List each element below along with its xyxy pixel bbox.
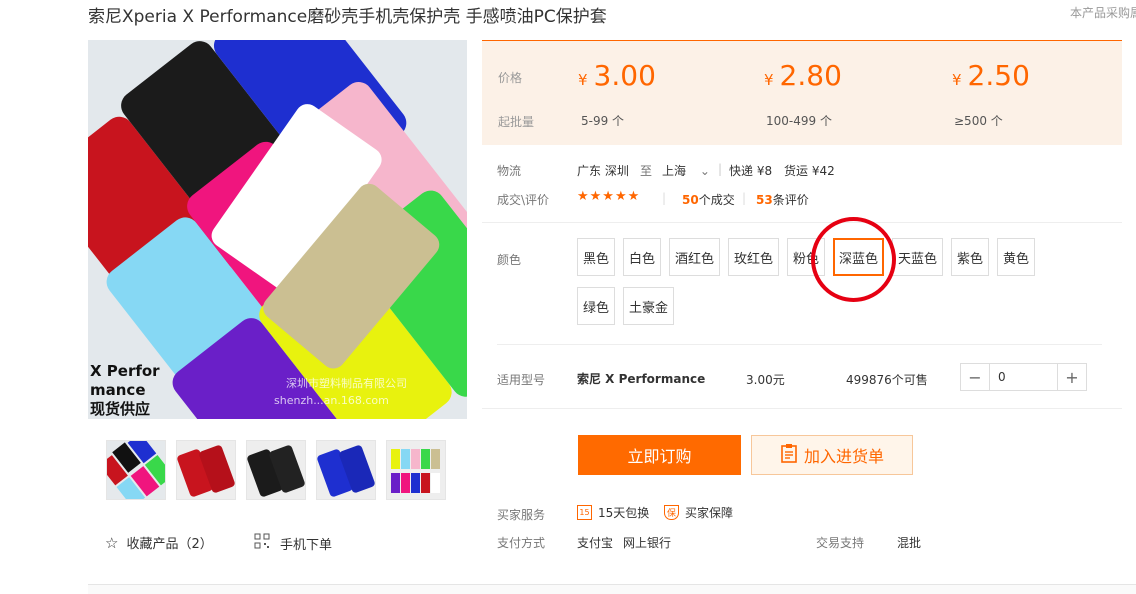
- buy-now-button[interactable]: 立即订购: [578, 435, 741, 475]
- thumbnail-4[interactable]: [316, 440, 376, 500]
- payment-online-bank: 网上银行: [623, 536, 672, 550]
- minus-button[interactable]: −: [961, 364, 989, 390]
- divider-line: [482, 408, 1122, 409]
- payment-alipay: 支付宝: [577, 536, 614, 550]
- thumbnail-5[interactable]: [386, 440, 446, 500]
- quantity-input[interactable]: 0: [989, 364, 1058, 390]
- model-stock: 499876个可售: [846, 373, 928, 387]
- add-to-cart-button[interactable]: 加入进货单: [751, 435, 913, 475]
- service-label: 买家服务: [497, 508, 546, 522]
- price-tier-2: ¥2.80: [764, 59, 842, 92]
- model-label: 适用型号: [497, 373, 546, 387]
- star-outline-icon: ☆: [105, 533, 119, 552]
- trade-support-label: 交易支持: [816, 536, 865, 550]
- price-tier-1: ¥3.00: [578, 59, 656, 92]
- model-price: 3.00元: [746, 373, 785, 387]
- quantity-stepper: − 0 +: [960, 363, 1087, 391]
- chevron-down-icon: ⌄: [699, 164, 710, 178]
- freight-fee: 货运 ¥42: [784, 164, 835, 178]
- qty-tier-2: 100-499 个: [766, 114, 832, 128]
- bottom-panel-edge: [88, 584, 1136, 594]
- clipboard-icon: [780, 443, 798, 467]
- color-option-black[interactable]: 黑色: [577, 238, 615, 276]
- divider-line: [497, 344, 1102, 345]
- moq-label: 起批量: [498, 115, 535, 129]
- product-title: 索尼Xperia X Performance磨砂壳手机壳保护壳 手感喷油PC保护…: [88, 7, 607, 27]
- divider: |: [718, 162, 723, 176]
- color-option-dark-blue[interactable]: 深蓝色: [833, 238, 884, 276]
- ship-from: 广东 深圳: [577, 164, 629, 178]
- thumbnail-2[interactable]: [176, 440, 236, 500]
- color-label: 颜色: [497, 253, 522, 267]
- express-fee: 快递 ¥8: [729, 164, 773, 178]
- main-product-image[interactable]: X Perfor mance 现货供应 深圳市塑料制品有限公司 shenzh..…: [88, 40, 467, 419]
- review-count[interactable]: 53条评价: [756, 191, 809, 208]
- color-option-sky-blue[interactable]: 天蓝色: [892, 238, 943, 276]
- price-label: 价格: [498, 71, 523, 85]
- favorite-product[interactable]: ☆ 收藏产品（2）: [105, 533, 213, 553]
- plus-button[interactable]: +: [1058, 364, 1086, 390]
- return-service[interactable]: 15 15天包换: [577, 504, 649, 521]
- thumbnail-strip: [106, 440, 446, 500]
- thumbnail-3[interactable]: [246, 440, 306, 500]
- qty-tier-3: ≥500 个: [954, 114, 1003, 128]
- price-panel: 价格 起批量 ¥3.00 5-99 个 ¥2.80 100-499 个 ¥2.5…: [482, 40, 1122, 145]
- deal-count[interactable]: 50个成交: [682, 191, 735, 208]
- watermark-url: shenzh...an.168.com: [274, 394, 389, 407]
- mobile-order-label: 手机下单: [280, 537, 333, 553]
- divider: |: [662, 191, 667, 205]
- color-option-rose-red[interactable]: 玫红色: [728, 238, 779, 276]
- price-tier-3: ¥2.50: [952, 59, 1030, 92]
- color-option-pink[interactable]: 粉色: [787, 238, 825, 276]
- add-to-cart-label: 加入进货单: [803, 447, 884, 466]
- color-option-wine-red[interactable]: 酒红色: [669, 238, 720, 276]
- ship-to-word: 至: [640, 164, 653, 178]
- color-option-white[interactable]: 白色: [623, 238, 661, 276]
- color-option-green[interactable]: 绿色: [577, 287, 615, 325]
- image-overlay-text: X Perfor mance 现货供应: [90, 362, 160, 418]
- trade-support-value: 混批: [897, 536, 922, 550]
- color-option-purple[interactable]: 紫色: [951, 238, 989, 276]
- header-note[interactable]: 本产品采购属: [1070, 4, 1136, 21]
- shield-icon: 保: [664, 505, 679, 520]
- model-name: 索尼 X Performance: [577, 372, 706, 386]
- rating-stars: ★★★★★: [577, 189, 641, 204]
- mobile-order[interactable]: 手机下单: [254, 533, 332, 553]
- watermark-text: 深圳市塑料制品有限公司: [286, 377, 407, 390]
- ship-to-select[interactable]: 上海 ⌄: [662, 162, 710, 179]
- thumbnail-1[interactable]: [106, 440, 166, 500]
- divider-line: [482, 222, 1122, 223]
- calendar-15-icon: 15: [577, 505, 592, 520]
- buyer-guarantee[interactable]: 保 买家保障: [664, 504, 733, 521]
- qty-tier-1: 5-99 个: [581, 114, 625, 128]
- color-option-gold[interactable]: 土豪金: [623, 287, 674, 325]
- color-option-yellow[interactable]: 黄色: [997, 238, 1035, 276]
- payment-label: 支付方式: [497, 536, 546, 550]
- qr-code-icon: [254, 533, 270, 553]
- logistics-label: 物流: [497, 164, 522, 178]
- deals-label: 成交\评价: [497, 193, 550, 207]
- divider: |: [742, 191, 747, 205]
- favorite-label: 收藏产品（2）: [126, 537, 213, 552]
